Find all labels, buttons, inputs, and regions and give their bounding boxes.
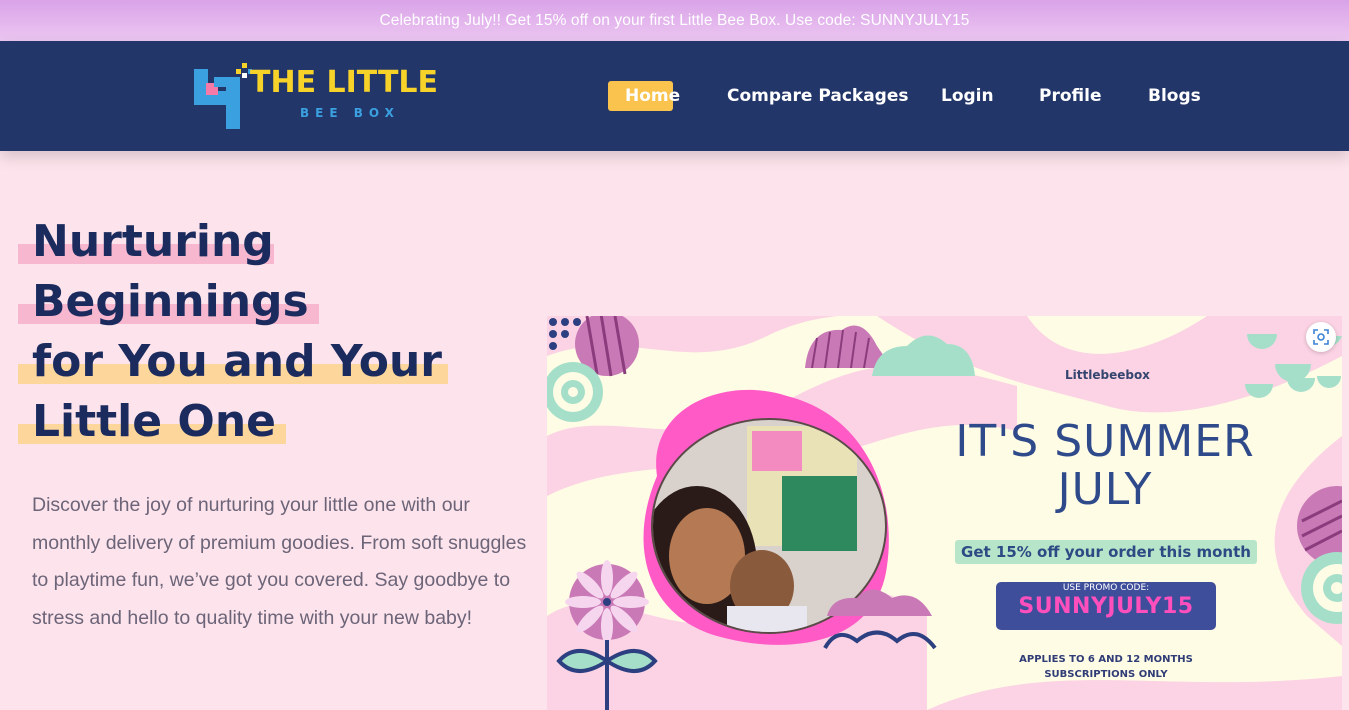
banner-terms-line1: APPLIES TO 6 AND 12 MONTHS: [1019, 654, 1193, 665]
banner-offer: Get 15% off your order this month: [955, 540, 1257, 564]
site-logo[interactable]: THE LITTLE BEE BOX: [192, 61, 474, 133]
banner-terms: APPLIES TO 6 AND 12 MONTHS SUBSCRIPTIONS…: [993, 652, 1219, 682]
banner-title-line1: IT'S SUMMER: [955, 416, 1255, 467]
promo-text: Celebrating July!! Get 15% off on your f…: [379, 11, 970, 29]
site-header: THE LITTLE BEE BOX Home Compare Packages…: [0, 41, 1349, 151]
scan-icon: [1313, 329, 1329, 345]
hero-title-line: Beginnings: [18, 272, 319, 332]
banner-terms-line2: SUBSCRIPTIONS ONLY: [1044, 669, 1168, 680]
logo-mark-icon: [194, 63, 252, 129]
hero-title-line: Little One: [18, 392, 286, 452]
banner-title: IT'S SUMMER JULY: [929, 418, 1281, 514]
hero-description: Discover the joy of nurturing your littl…: [32, 494, 527, 629]
nav-compare-packages[interactable]: Compare Packages: [727, 81, 909, 111]
promo-code: SUNNYJULY15: [1018, 594, 1194, 619]
hero-title: Nurturing Beginnings for You and Your Li…: [18, 212, 518, 452]
visual-search-button[interactable]: [1306, 322, 1336, 352]
banner-title-line2: JULY: [1057, 464, 1153, 515]
nav-login[interactable]: Login: [941, 81, 994, 111]
hero-title-line: for You and Your: [18, 332, 448, 392]
logo-subtext: BEE BOX: [300, 106, 400, 120]
promo-announcement-bar: Celebrating July!! Get 15% off on your f…: [0, 0, 1349, 41]
nav-blogs[interactable]: Blogs: [1148, 81, 1201, 111]
banner-brand: Littlebeebox: [1065, 368, 1150, 382]
nav-profile[interactable]: Profile: [1039, 81, 1101, 111]
summer-promo-banner[interactable]: Littlebeebox IT'S SUMMER JULY Get 15% of…: [547, 316, 1342, 710]
hero-title-line: Nurturing: [18, 212, 274, 272]
logo-text: THE LITTLE: [250, 65, 439, 100]
nav-home[interactable]: Home: [607, 81, 680, 111]
promo-code-label: USE PROMO CODE:: [1062, 583, 1150, 593]
